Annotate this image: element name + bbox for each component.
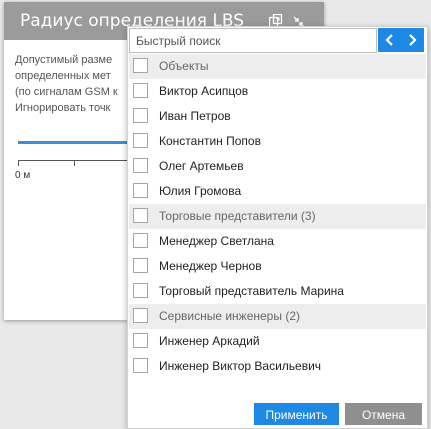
- radius-slider[interactable]: [18, 141, 138, 144]
- search-input[interactable]: [130, 29, 376, 52]
- list-group-header[interactable]: Торговые представители (3): [129, 204, 426, 229]
- scale-tick: [18, 160, 19, 166]
- checkbox[interactable]: [133, 183, 148, 198]
- cancel-button[interactable]: Отмена: [345, 403, 422, 425]
- dialog-description: Допустимый разме определенных мет (по си…: [15, 52, 118, 116]
- item-label: Торговый представитель Марина: [159, 284, 344, 298]
- checkbox[interactable]: [133, 83, 148, 98]
- description-line: (по сигналам GSM к: [15, 86, 118, 98]
- list-item[interactable]: Олег Артемьев: [129, 154, 426, 179]
- item-label: Олег Артемьев: [159, 159, 244, 173]
- list-item[interactable]: Виктор Асипцов: [129, 79, 426, 104]
- checkbox[interactable]: [133, 333, 148, 348]
- chevron-left-icon: [385, 34, 393, 46]
- search-box: [129, 28, 377, 53]
- checkbox[interactable]: [133, 358, 148, 373]
- next-button[interactable]: [401, 28, 424, 52]
- item-label: Виктор Асипцов: [159, 84, 249, 98]
- scale-line: [18, 160, 128, 161]
- dropdown-footer: Применить Отмена: [128, 401, 427, 428]
- chevron-right-icon: [409, 34, 417, 46]
- checkbox[interactable]: [133, 283, 148, 298]
- list-item[interactable]: Инженер Виктор Васильевич: [129, 354, 426, 379]
- item-label: Константин Попов: [159, 134, 261, 148]
- checkbox[interactable]: [133, 158, 148, 173]
- checkbox[interactable]: [133, 133, 148, 148]
- list-group-header[interactable]: Объекты: [129, 54, 426, 79]
- item-label: Иван Петров: [159, 109, 231, 123]
- list-group-header[interactable]: Сервисные инженеры (2): [129, 304, 426, 329]
- list-item[interactable]: Менеджер Светлана: [129, 229, 426, 254]
- apply-button[interactable]: Применить: [254, 403, 339, 425]
- list-item[interactable]: Иван Петров: [129, 104, 426, 129]
- list-item[interactable]: Торговый представитель Марина: [129, 279, 426, 304]
- group-label: Объекты: [159, 59, 209, 73]
- item-label: Инженер Виктор Васильевич: [159, 359, 322, 373]
- prev-button[interactable]: [378, 28, 401, 52]
- checkbox[interactable]: [133, 108, 148, 123]
- list-item[interactable]: Менеджер Чернов: [129, 254, 426, 279]
- object-list: Объекты Виктор Асипцов Иван Петров Конст…: [129, 54, 426, 379]
- list-item[interactable]: Юлия Громова: [129, 179, 426, 204]
- checkbox[interactable]: [133, 58, 148, 73]
- checkbox[interactable]: [133, 308, 148, 323]
- checkbox[interactable]: [133, 208, 148, 223]
- item-label: Юлия Громова: [159, 184, 242, 198]
- item-label: Менеджер Светлана: [159, 234, 274, 248]
- nav-buttons: [378, 28, 424, 52]
- item-label: Менеджер Чернов: [159, 259, 262, 273]
- description-line: определенных мет: [15, 70, 111, 82]
- list-item[interactable]: Инженер Аркадий: [129, 329, 426, 354]
- scale-tick: [74, 160, 75, 166]
- list-item[interactable]: Константин Попов: [129, 129, 426, 154]
- description-line: Игнорировать точк: [15, 102, 111, 114]
- item-label: Инженер Аркадий: [159, 334, 260, 348]
- checkbox[interactable]: [133, 258, 148, 273]
- scale-label: 0 м: [15, 170, 31, 181]
- object-picker-dropdown: Объекты Виктор Асипцов Иван Петров Конст…: [127, 26, 428, 429]
- group-label: Торговые представители (3): [159, 209, 316, 223]
- group-label: Сервисные инженеры (2): [159, 309, 300, 323]
- description-line: Допустимый разме: [15, 54, 113, 66]
- checkbox[interactable]: [133, 233, 148, 248]
